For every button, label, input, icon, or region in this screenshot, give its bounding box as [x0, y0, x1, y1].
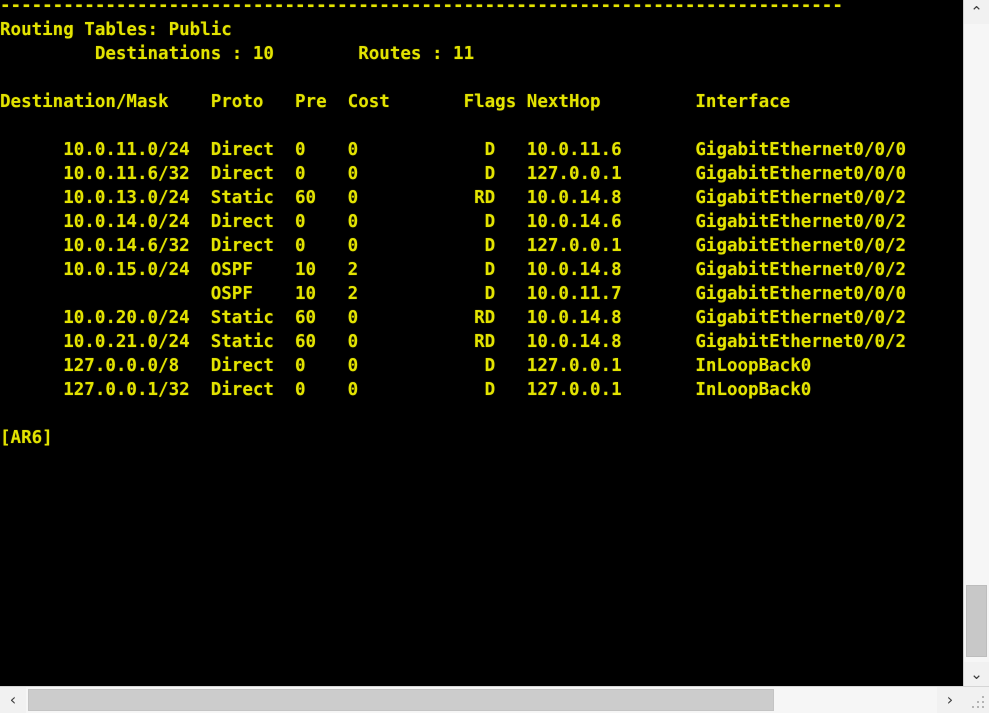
- horizontal-scrollbar[interactable]: ‹ ›: [0, 686, 989, 713]
- terminal-window: ----------------------------------------…: [0, 0, 989, 713]
- resize-grip-dot: [972, 706, 974, 708]
- vertical-scrollbar[interactable]: ⌃ ⌄: [963, 0, 989, 686]
- terminal-output-viewport[interactable]: ----------------------------------------…: [0, 0, 963, 686]
- scroll-down-arrow-icon[interactable]: ⌄: [964, 662, 989, 686]
- vertical-scrollbar-thumb[interactable]: [966, 585, 987, 657]
- scroll-left-arrow-icon[interactable]: ‹: [0, 687, 26, 713]
- scroll-right-arrow-icon[interactable]: ›: [937, 687, 963, 713]
- horizontal-scrollbar-thumb[interactable]: [28, 689, 774, 711]
- terminal-output-text: ----------------------------------------…: [0, 0, 907, 448]
- resize-grip-dot: [982, 696, 984, 698]
- resize-grip-dot: [982, 701, 984, 703]
- scroll-up-arrow-icon[interactable]: ⌃: [964, 0, 989, 24]
- resize-grip-dot: [977, 701, 979, 703]
- resize-grip-dot: [982, 706, 984, 708]
- vertical-scrollbar-track[interactable]: [964, 24, 989, 662]
- window-resize-grip[interactable]: [963, 687, 989, 713]
- resize-grip-dot: [977, 706, 979, 708]
